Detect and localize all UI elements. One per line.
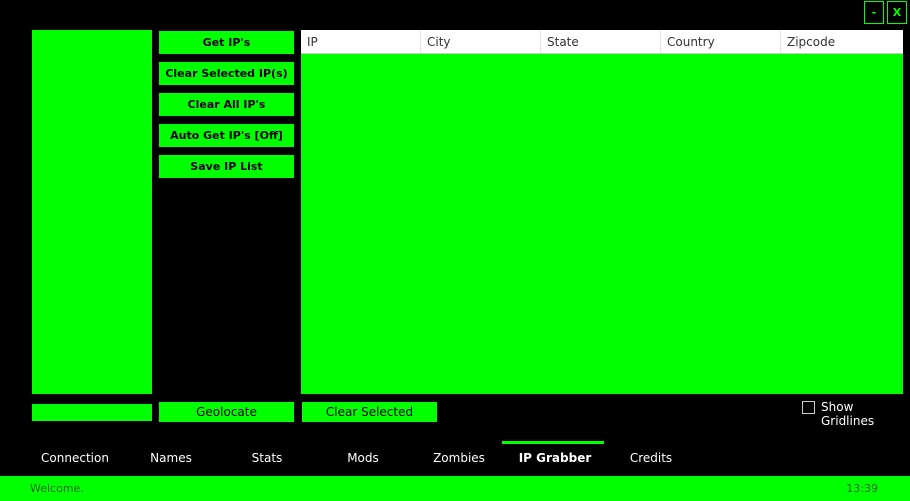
tab-zombies[interactable]: Zombies [414,449,504,467]
minimize-button[interactable]: - [864,1,884,24]
tab-names[interactable]: Names [126,449,216,467]
column-header-state[interactable]: State [541,30,661,53]
show-gridlines-checkbox[interactable] [802,401,815,414]
tab-connection[interactable]: Connection [30,449,120,467]
save-ip-list-button[interactable]: Save IP List [159,155,294,178]
ip-table-header: IP City State Country Zipcode [301,30,903,54]
column-header-city[interactable]: City [421,30,541,53]
tab-ip-grabber[interactable]: IP Grabber [505,449,605,467]
ip-table-body[interactable] [301,54,903,394]
geolocate-button[interactable]: Geolocate [159,402,294,422]
column-header-ip[interactable]: IP [301,30,421,53]
get-ips-button[interactable]: Get IP's [159,31,294,54]
close-button[interactable]: X [887,1,907,24]
auto-get-ips-button[interactable]: Auto Get IP's [Off] [159,124,294,147]
left-list-panel[interactable] [32,30,152,394]
show-gridlines-label[interactable]: Show Gridlines [821,400,910,428]
column-header-country[interactable]: Country [661,30,781,53]
active-tab-indicator [502,441,604,444]
tab-credits[interactable]: Credits [606,449,696,467]
status-time: 13:39 [846,482,878,495]
status-bar: Welcome. 13:39 [0,476,910,501]
left-input-field[interactable] [32,404,152,421]
tab-mods[interactable]: Mods [318,449,408,467]
clear-all-ips-button[interactable]: Clear All IP's [159,93,294,116]
clear-selected-button[interactable]: Clear Selected [302,402,437,422]
clear-selected-ips-button[interactable]: Clear Selected IP(s) [159,62,294,85]
status-message: Welcome. [30,482,84,495]
tab-stats[interactable]: Stats [222,449,312,467]
column-header-zipcode[interactable]: Zipcode [781,30,903,53]
